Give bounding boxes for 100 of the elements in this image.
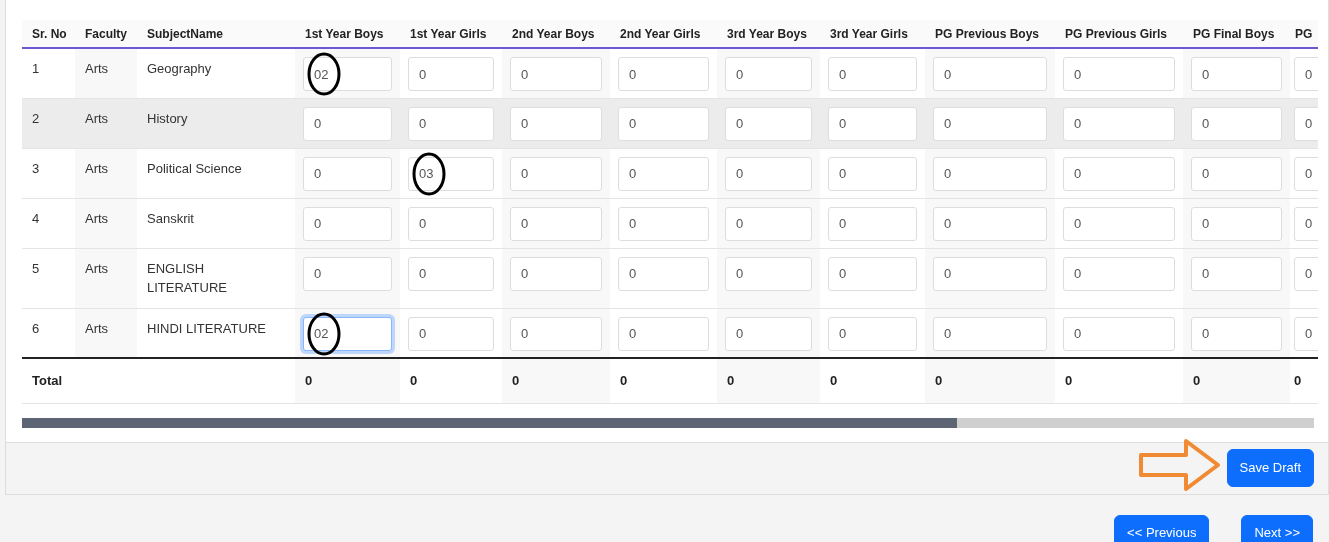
number-input[interactable]: 0: [1063, 256, 1175, 291]
number-input[interactable]: 0: [828, 206, 917, 241]
number-input[interactable]: 0: [510, 256, 602, 291]
number-input[interactable]: 0: [828, 256, 917, 291]
column-header: PG Previous Girls: [1055, 20, 1183, 48]
number-input[interactable]: 0: [408, 206, 494, 241]
number-input[interactable]: 0: [1191, 106, 1282, 141]
number-input[interactable]: 0: [933, 156, 1047, 191]
column-header: 1st Year Boys: [295, 20, 400, 48]
column-header: 3rd Year Girls: [820, 20, 925, 48]
number-input[interactable]: 0: [510, 156, 602, 191]
number-input[interactable]: 0: [828, 316, 917, 351]
save-draft-button[interactable]: Save Draft: [1226, 449, 1314, 487]
number-input[interactable]: 0: [510, 206, 602, 241]
number-input[interactable]: 0: [408, 256, 494, 291]
number-input[interactable]: 0: [408, 316, 494, 351]
number-input[interactable]: 0: [1191, 206, 1282, 241]
number-input[interactable]: 0: [1294, 106, 1318, 141]
number-input[interactable]: 0: [725, 316, 812, 351]
table-cell: ENGLISH LITERATURE: [147, 260, 227, 295]
number-input[interactable]: 0: [725, 256, 812, 291]
next-button[interactable]: Next >>: [1241, 514, 1313, 542]
table-cell: 1: [32, 61, 40, 76]
total-value: 0: [512, 373, 520, 388]
scrollbar-thumb[interactable]: [22, 417, 958, 428]
horizontal-scrollbar[interactable]: [22, 417, 1314, 428]
total-value: 0: [935, 373, 943, 388]
number-input[interactable]: 0: [1191, 256, 1282, 291]
number-input[interactable]: 0: [618, 156, 709, 191]
table-cell: 2: [32, 110, 40, 126]
number-input[interactable]: 0: [1294, 156, 1318, 191]
number-input[interactable]: 0: [1063, 57, 1175, 91]
number-input[interactable]: 0: [1294, 316, 1318, 351]
number-input[interactable]: 0: [1191, 316, 1282, 351]
column-header: PG: [1290, 20, 1318, 48]
number-input[interactable]: 0: [725, 156, 812, 191]
number-input[interactable]: 0: [1294, 256, 1318, 291]
table-cell: Arts: [85, 110, 109, 126]
number-input[interactable]: 0: [1294, 57, 1318, 91]
number-input[interactable]: 0: [618, 316, 709, 351]
table-cell: History: [147, 110, 188, 126]
number-input[interactable]: 0: [933, 57, 1047, 91]
table-cell: HINDI LITERATURE: [147, 320, 266, 336]
number-input[interactable]: 0: [618, 57, 709, 91]
previous-button[interactable]: << Previous: [1114, 514, 1210, 542]
column-header: Faculty: [75, 20, 137, 48]
total-value: 0: [1193, 373, 1201, 388]
table-cell: 5: [32, 260, 40, 276]
number-input[interactable]: 02: [303, 316, 392, 351]
total-value: 0: [620, 373, 628, 388]
number-input[interactable]: 0: [303, 256, 392, 291]
number-input[interactable]: 0: [618, 106, 709, 141]
number-input[interactable]: 0: [303, 156, 392, 191]
number-input[interactable]: 0: [1294, 206, 1318, 241]
table-cell: Arts: [85, 160, 109, 176]
table-cell: 4: [32, 210, 40, 226]
number-input[interactable]: 0: [725, 206, 812, 241]
number-input[interactable]: 0: [1191, 156, 1282, 191]
column-header: Sr. No: [22, 20, 75, 48]
table-cell: 6: [32, 320, 40, 336]
total-value: 0: [727, 373, 735, 388]
column-header: SubjectName: [137, 20, 295, 48]
column-header: 2nd Year Boys: [502, 20, 610, 48]
number-input[interactable]: 0: [933, 206, 1047, 241]
number-input[interactable]: 0: [1063, 206, 1175, 241]
table-cell: Political Science: [147, 160, 242, 176]
number-input[interactable]: 0: [510, 57, 602, 91]
number-input[interactable]: 0: [725, 57, 812, 91]
table-cell: 3: [32, 160, 40, 176]
number-input[interactable]: 0: [725, 106, 812, 141]
number-input[interactable]: 0: [828, 106, 917, 141]
column-header: PG Final Boys: [1183, 20, 1290, 48]
number-input[interactable]: 0: [828, 156, 917, 191]
number-input[interactable]: 0: [933, 316, 1047, 351]
total-value: 0: [1065, 373, 1073, 388]
total-value: 0: [830, 373, 838, 388]
table-cell: Arts: [85, 320, 109, 336]
number-input[interactable]: 0: [933, 256, 1047, 291]
total-value: 0: [410, 373, 418, 388]
number-input[interactable]: 0: [303, 206, 392, 241]
number-input[interactable]: 03: [408, 156, 494, 191]
number-input[interactable]: 0: [408, 57, 494, 91]
table-cell: Geography: [147, 61, 212, 76]
number-input[interactable]: 0: [1063, 156, 1175, 191]
number-input[interactable]: 0: [1063, 316, 1175, 351]
number-input[interactable]: 02: [303, 57, 392, 91]
number-input[interactable]: 0: [828, 57, 917, 91]
number-input[interactable]: 0: [510, 316, 602, 351]
number-input[interactable]: 0: [1063, 106, 1175, 141]
table-cell: Arts: [85, 61, 109, 76]
number-input[interactable]: 0: [618, 256, 709, 291]
column-header: 1st Year Girls: [400, 20, 502, 48]
number-input[interactable]: 0: [1191, 57, 1282, 91]
table-cell: Arts: [85, 260, 109, 276]
total-label: Total: [32, 373, 63, 388]
number-input[interactable]: 0: [408, 106, 494, 141]
number-input[interactable]: 0: [933, 106, 1047, 141]
number-input[interactable]: 0: [510, 106, 602, 141]
number-input[interactable]: 0: [618, 206, 709, 241]
number-input[interactable]: 0: [303, 106, 392, 141]
